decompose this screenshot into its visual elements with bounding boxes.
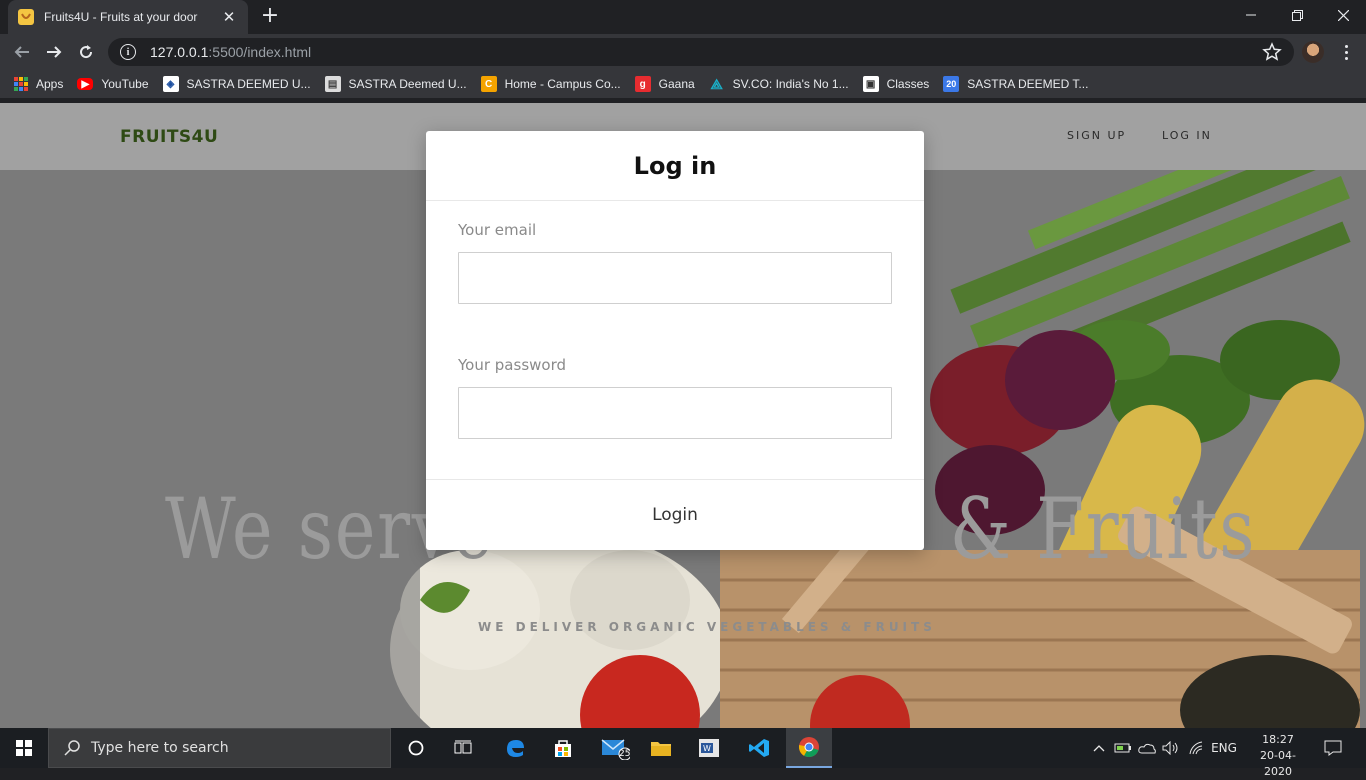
bookmark-classes[interactable]: ▣ Classes	[862, 76, 929, 92]
notification-center-icon	[1324, 740, 1342, 756]
forward-button[interactable]	[40, 38, 68, 66]
task-view-button[interactable]	[440, 728, 486, 768]
tray-overflow-button[interactable]	[1090, 728, 1108, 768]
back-button[interactable]	[8, 38, 36, 66]
sastra-logo-icon: ◈	[162, 76, 179, 92]
chevron-up-icon	[1093, 745, 1105, 752]
word-doc-icon: W	[699, 739, 719, 757]
campus-connect-icon: C	[480, 76, 497, 92]
svco-icon: ⟁	[710, 75, 723, 92]
clock-time: 18:27	[1262, 733, 1294, 746]
browser-menu-icon[interactable]	[1336, 40, 1356, 64]
tab-strip: Fruits4U - Fruits at your door ✕ +	[0, 0, 1366, 34]
wifi-tray-icon[interactable]	[1184, 728, 1208, 768]
tab-close-icon[interactable]: ✕	[220, 8, 238, 26]
forward-arrow-icon	[47, 46, 62, 58]
modal-footer: Login	[426, 479, 924, 550]
taskbar-chrome[interactable]	[786, 728, 832, 768]
taskbar-edge[interactable]	[492, 728, 538, 768]
bookmark-campus-connect[interactable]: C Home - Campus Co...	[480, 76, 621, 92]
battery-tray-icon[interactable]	[1112, 728, 1134, 768]
profile-avatar[interactable]	[1302, 41, 1324, 63]
bookmark-gaana[interactable]: g Gaana	[634, 76, 695, 92]
reload-icon	[80, 45, 93, 59]
restore-button[interactable]	[1274, 0, 1320, 30]
bookmark-apps[interactable]: Apps	[14, 77, 63, 91]
apps-grid-icon	[14, 77, 28, 91]
password-field[interactable]	[458, 387, 892, 439]
volume-tray-icon[interactable]	[1160, 728, 1182, 768]
bookmark-youtube[interactable]: ▶ YouTube	[77, 77, 149, 91]
clock-date: 20-04-2020	[1260, 749, 1296, 778]
taskbar-file-explorer[interactable]	[638, 728, 684, 768]
fruits-favicon-icon	[18, 9, 34, 25]
taskbar-word[interactable]: W	[686, 728, 732, 768]
wifi-icon	[1189, 741, 1203, 755]
modal-title: Log in	[633, 151, 717, 180]
hero-subtitle: WE DELIVER ORGANIC VEGETABLES & FRUITS	[478, 620, 936, 634]
browser-tab[interactable]: Fruits4U - Fruits at your door ✕	[8, 0, 248, 34]
youtube-icon: ▶	[77, 78, 94, 90]
nav-login-link[interactable]: LOG IN	[1162, 129, 1212, 142]
notifications-button[interactable]	[1318, 728, 1348, 768]
email-field[interactable]	[458, 252, 892, 304]
onedrive-tray-icon[interactable]	[1136, 728, 1158, 768]
vscode-icon	[749, 739, 769, 757]
cloud-icon	[1138, 743, 1156, 754]
taskbar-mail[interactable]: 25	[592, 728, 638, 768]
bookmark-svco[interactable]: ⟁ SV.CO: India's No 1...	[709, 75, 848, 92]
reload-button[interactable]	[72, 38, 100, 66]
back-arrow-icon	[14, 46, 29, 58]
site-info-icon[interactable]: i	[120, 44, 136, 60]
email-label: Your email	[458, 221, 537, 239]
minimize-button[interactable]	[1228, 0, 1274, 30]
minimize-icon	[1246, 14, 1256, 16]
login-button[interactable]: Login	[636, 499, 714, 531]
bookmark-sastra-3[interactable]: 20 SASTRA DEEMED T...	[943, 76, 1088, 92]
sastra-page-icon: ▤	[324, 76, 341, 92]
calendar-20-icon: 20	[943, 76, 960, 92]
windows-logo-icon	[16, 740, 32, 756]
modal-header: Log in	[426, 131, 924, 201]
browser-toolbar: i 127.0.0.1:5500/index.html	[0, 34, 1366, 70]
address-bar[interactable]: i 127.0.0.1:5500/index.html	[108, 38, 1294, 66]
nav-signup-link[interactable]: SIGN UP	[1067, 129, 1126, 142]
cortana-button[interactable]	[393, 728, 439, 768]
folder-icon	[651, 742, 671, 756]
mail-badge: 25	[619, 749, 631, 759]
store-bag-icon	[555, 740, 571, 757]
password-label: Your password	[458, 356, 567, 374]
search-placeholder: Type here to search	[91, 740, 229, 756]
taskbar-store[interactable]	[540, 728, 586, 768]
bookmark-sastra-1[interactable]: ◈ SASTRA DEEMED U...	[162, 76, 311, 92]
close-window-button[interactable]	[1320, 0, 1366, 30]
taskbar-vscode[interactable]	[736, 728, 782, 768]
bookmark-star-icon[interactable]	[1262, 42, 1282, 62]
speaker-icon	[1162, 741, 1178, 755]
start-button[interactable]	[0, 728, 48, 768]
taskbar: Type here to search 25 W ENG 18:27 20-04…	[0, 728, 1366, 778]
restore-icon	[1291, 9, 1303, 21]
language-indicator[interactable]: ENG	[1210, 728, 1238, 768]
battery-icon	[1114, 743, 1131, 753]
taskbar-clock[interactable]: 18:27 20-04-2020	[1248, 732, 1308, 780]
chrome-icon	[798, 737, 819, 758]
login-modal: Log in Your email Your password Login	[426, 131, 924, 550]
search-icon	[64, 740, 80, 756]
close-icon	[1337, 9, 1349, 21]
site-brand-logo[interactable]: FRUITS4U	[120, 127, 218, 147]
edge-browser-icon	[507, 740, 524, 757]
bookmarks-bar: Apps ▶ YouTube ◈ SASTRA DEEMED U... ▤ SA…	[0, 70, 1366, 98]
new-tab-button[interactable]: +	[258, 4, 282, 28]
tab-title: Fruits4U - Fruits at your door	[44, 10, 198, 24]
taskbar-search-box[interactable]: Type here to search	[48, 728, 391, 768]
svg-text:W: W	[703, 744, 711, 753]
classes-icon: ▣	[862, 76, 879, 92]
url-text: 127.0.0.1:5500/index.html	[150, 44, 312, 60]
task-view-icon	[454, 740, 472, 754]
bookmark-sastra-2[interactable]: ▤ SASTRA Deemed U...	[324, 76, 467, 92]
cortana-circle-icon	[408, 740, 424, 756]
gaana-icon: g	[634, 76, 651, 92]
